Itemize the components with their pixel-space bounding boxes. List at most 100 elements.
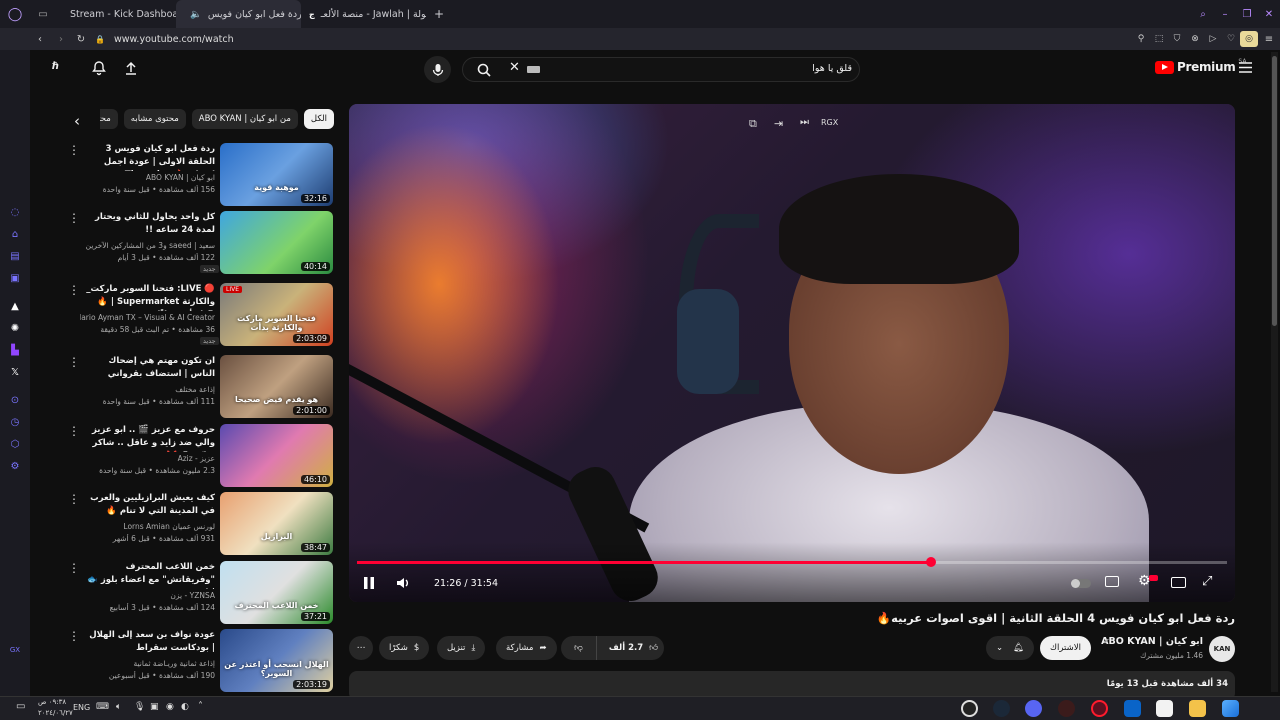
upload-icon[interactable]: [123, 60, 141, 78]
video-player[interactable]: ⧉ ⇥ ⏭ RGX 21:26 / 31:54 ⚙ ⤢: [349, 104, 1235, 602]
rec-thumbnail[interactable]: 46:10: [220, 424, 333, 487]
rec-thumbnail[interactable]: هو يقدم فيض صحيحا 2:01:00: [220, 355, 333, 418]
heart-icon[interactable]: ♡: [1222, 32, 1240, 46]
sidebar-x-icon[interactable]: 𝕏: [8, 365, 22, 379]
sidebar-settings-icon[interactable]: ⚙: [8, 459, 22, 473]
rec-more-icon[interactable]: ⋮: [68, 424, 80, 438]
taskbar-time[interactable]: ٠٩:٣٨ ص: [38, 698, 66, 706]
minimize-icon[interactable]: –: [1214, 7, 1236, 21]
taskbar-app-icon[interactable]: [1058, 700, 1075, 717]
rec-title[interactable]: كل واحد يحاول للثاني ويحتار لمدة 24 ساعه…: [86, 211, 215, 237]
rec-thumbnail[interactable]: خمن اللاعب المحترف 37:21: [220, 561, 333, 624]
back-icon[interactable]: ‹: [28, 32, 52, 46]
rec-item[interactable]: هو يقدم فيض صحيحا 2:01:00 ان تكون مهتم هي …: [60, 355, 334, 421]
taskbar-start-icon[interactable]: [1222, 700, 1239, 717]
rec-more-icon[interactable]: ⋮: [68, 283, 80, 297]
share-button[interactable]: مشاركة ➦: [496, 636, 557, 660]
taskbar-explorer-icon[interactable]: [1189, 700, 1206, 717]
search-tabs-icon[interactable]: ⌕: [1192, 7, 1214, 21]
search-button[interactable]: [470, 58, 498, 81]
progress-bar[interactable]: [357, 557, 1227, 567]
notifications-icon[interactable]: ▭: [16, 701, 25, 712]
taskbar-date[interactable]: ٢٠٢٤/٠٦/٢٧: [38, 709, 73, 717]
rec-more-icon[interactable]: ⋮: [68, 143, 80, 157]
rec-thumbnail[interactable]: موهبة قوية 32:16: [220, 143, 333, 206]
tray-volume-icon[interactable]: 🔈︎: [116, 702, 121, 712]
rec-thumbnail[interactable]: البرازيل 38:47: [220, 492, 333, 555]
rec-more-icon[interactable]: ⋮: [68, 629, 80, 643]
notifications-bell-icon[interactable]: [91, 60, 109, 78]
opera-logo-icon[interactable]: ◯: [0, 7, 30, 22]
taskbar-opera-icon[interactable]: [1091, 700, 1108, 717]
pause-button[interactable]: [363, 576, 377, 590]
taskbar-store-icon[interactable]: [1156, 700, 1173, 717]
volume-button[interactable]: [396, 576, 412, 590]
rec-channel[interactable]: لورنس عميان Lorns Amian: [80, 522, 215, 531]
chips-prev-icon[interactable]: ‹: [74, 112, 88, 130]
keyboard-icon[interactable]: [527, 66, 540, 73]
rec-more-icon[interactable]: ⋮: [68, 492, 80, 506]
rec-title[interactable]: 🔴 LIVE: فتحنا السوبر ماركت_ والكارثة Sup…: [86, 283, 215, 311]
workspace-icon[interactable]: ▭: [30, 7, 56, 21]
rec-channel[interactable]: إذاعة مختلف: [80, 385, 215, 394]
profile-icon[interactable]: ◎: [1240, 31, 1258, 47]
rec-channel[interactable]: إذاعة ثمانية وريـاضة ثمانية: [80, 659, 215, 668]
chip-related[interactable]: محتوى مشابه: [123, 109, 186, 129]
like-button[interactable]: 2.7 ألف 👍︎: [603, 636, 664, 660]
rec-more-icon[interactable]: ⋮: [68, 211, 80, 225]
sidebar-chatgpt-icon[interactable]: ✺: [8, 321, 22, 335]
url-field[interactable]: www.youtube.com/watch: [114, 34, 1014, 45]
new-tab-button[interactable]: +: [426, 0, 446, 28]
voice-search-button[interactable]: [424, 56, 451, 83]
extension-icon[interactable]: ⚲: [1132, 32, 1150, 46]
shield-icon[interactable]: ⛉: [1168, 32, 1186, 46]
rec-item[interactable]: موهبة قوية 32:16 ردة فعل ابو كيان فويس 3 ا…: [60, 143, 334, 209]
scrollbar-thumb[interactable]: [1272, 56, 1277, 326]
rec-channel[interactable]: ابو كيان | ABO KYAN: [80, 173, 215, 182]
tray-keyboard-icon[interactable]: ⌨: [96, 702, 109, 712]
reload-icon[interactable]: ↻: [70, 32, 92, 46]
sidebar-extensions-icon[interactable]: ⬡: [8, 437, 22, 451]
sidebar-twitch-icon[interactable]: ▙: [8, 343, 22, 357]
download-button[interactable]: تنزيل ⤓: [437, 636, 486, 660]
sidebar-player-icon[interactable]: ⊙: [8, 393, 22, 407]
subscribed-button[interactable]: ⌄ 🔔︎: [986, 636, 1034, 660]
taskbar-outlook-icon[interactable]: [1124, 700, 1141, 717]
rec-item[interactable]: 40:14 كل واحد يحاول للثاني ويحتار لمدة 24…: [60, 211, 334, 277]
sidebar-store-icon[interactable]: ⌂: [8, 227, 22, 241]
tray-app-icon[interactable]: ◉: [166, 702, 174, 712]
vpn-icon[interactable]: ⊗: [1186, 32, 1204, 46]
join-button[interactable]: الاشتراك: [1040, 636, 1091, 660]
sidebar-stack-icon[interactable]: ▤: [8, 249, 22, 263]
chip-channel[interactable]: من ابو كيان | ABO KYAN: [191, 109, 298, 129]
sidebar-gx-icon[interactable]: GX: [8, 643, 22, 657]
next-icon[interactable]: ⏭: [800, 117, 809, 128]
channel-avatar[interactable]: KAN: [1209, 636, 1235, 662]
maximize-icon[interactable]: ❐: [1236, 7, 1258, 21]
chip-all[interactable]: الكل: [303, 109, 334, 129]
play-icon[interactable]: ▷: [1204, 32, 1222, 46]
sidebar-twitch-small-icon[interactable]: ▣: [8, 271, 22, 285]
rec-thumbnail[interactable]: الهلال انسحب أو اعتذر عن السوبر؟ 2:03:19: [220, 629, 333, 692]
tab-kick[interactable]: Stream - Kick Dashboard: [56, 0, 176, 28]
rec-item[interactable]: الهلال انسحب أو اعتذر عن السوبر؟ 2:03:19 ع…: [60, 629, 334, 695]
close-window-icon[interactable]: ✕: [1258, 7, 1280, 21]
taskbar-steam-icon[interactable]: [993, 700, 1010, 717]
rec-title[interactable]: كيف يعيش البرازيليين والعرب في المدينة ا…: [86, 492, 215, 518]
forward-icon[interactable]: ›: [52, 32, 70, 46]
tray-network-icon[interactable]: ▣: [150, 702, 159, 712]
rec-thumbnail[interactable]: 40:14: [220, 211, 333, 274]
rec-title[interactable]: حروف مع عزيز 🎬 .. ابو عزيز والي ضد زايد …: [86, 424, 215, 452]
tray-expand-icon[interactable]: ˄: [198, 701, 203, 712]
clear-search-icon[interactable]: ✕: [509, 60, 520, 75]
rec-channel[interactable]: سعيد | saeed و3 من المشاركين الآخرين: [80, 241, 215, 250]
rec-title[interactable]: ان تكون مهتم هي إضحاك الناس | استضاف بقر…: [86, 355, 215, 381]
sidebar-history-icon[interactable]: ◷: [8, 415, 22, 429]
rec-title[interactable]: ردة فعل ابو كيان فويس 3 الحلقة الاولى | …: [86, 143, 215, 171]
rec-item[interactable]: البرازيل 38:47 كيف يعيش البرازيليين والعرب…: [60, 492, 334, 558]
tray-mic-icon[interactable]: 🎙︎: [134, 702, 145, 712]
user-avatar-icon[interactable]: ℏ: [52, 61, 70, 77]
taskbar-obs-icon[interactable]: [961, 700, 978, 717]
sidebar-aria-icon[interactable]: ◌: [8, 205, 22, 219]
tray-discord-icon[interactable]: ◐: [181, 702, 189, 712]
